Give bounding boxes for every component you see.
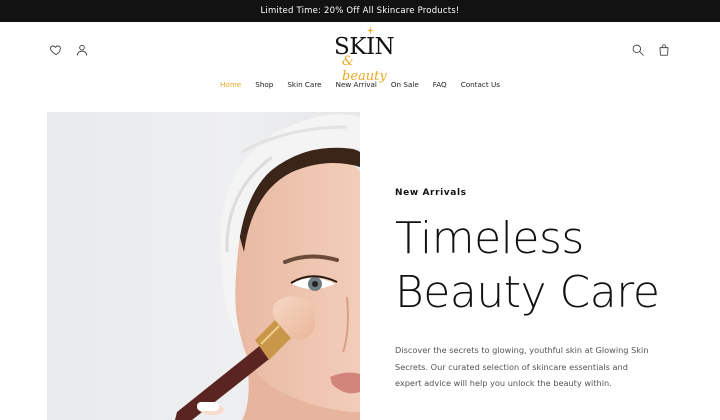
user-icon[interactable] xyxy=(74,42,90,58)
hero-headline-line-2: Beauty Care xyxy=(395,267,660,318)
nav-item-on-sale[interactable]: On Sale xyxy=(391,80,419,89)
nav-item-faq[interactable]: FAQ xyxy=(433,80,447,89)
nav-item-home[interactable]: Home xyxy=(220,80,241,89)
heart-icon[interactable] xyxy=(48,42,64,58)
nav-item-shop[interactable]: Shop xyxy=(255,80,273,89)
nav-item-new-arrival[interactable]: New Arrival xyxy=(336,80,377,89)
search-icon[interactable] xyxy=(630,42,646,58)
main-nav: Home Shop Skin Care New Arrival On Sale … xyxy=(0,80,720,89)
hero-description: Discover the secrets to glowing, youthfu… xyxy=(395,345,649,388)
nav-item-skin-care[interactable]: Skin Care xyxy=(287,80,321,89)
shopping-bag-icon[interactable] xyxy=(656,42,672,58)
hero-content: New Arrivals Timeless Beauty Care Discov… xyxy=(395,188,695,392)
site-header: SKIN & beauty Home Shop Skin Care New Ar… xyxy=(0,22,720,104)
announcement-bar: Limited Time: 20% Off All Skincare Produ… xyxy=(0,0,720,22)
model-illustration xyxy=(175,114,360,420)
announcement-text: Limited Time: 20% Off All Skincare Produ… xyxy=(260,6,460,16)
hero-image xyxy=(47,112,360,420)
hero-headline: Timeless Beauty Care xyxy=(395,212,695,320)
hero-eyebrow: New Arrivals xyxy=(395,188,467,198)
hero-headline-line-1: Timeless xyxy=(395,213,584,264)
brand-logo[interactable]: SKIN & beauty xyxy=(330,26,396,84)
nav-item-contact-us[interactable]: Contact Us xyxy=(461,80,500,89)
